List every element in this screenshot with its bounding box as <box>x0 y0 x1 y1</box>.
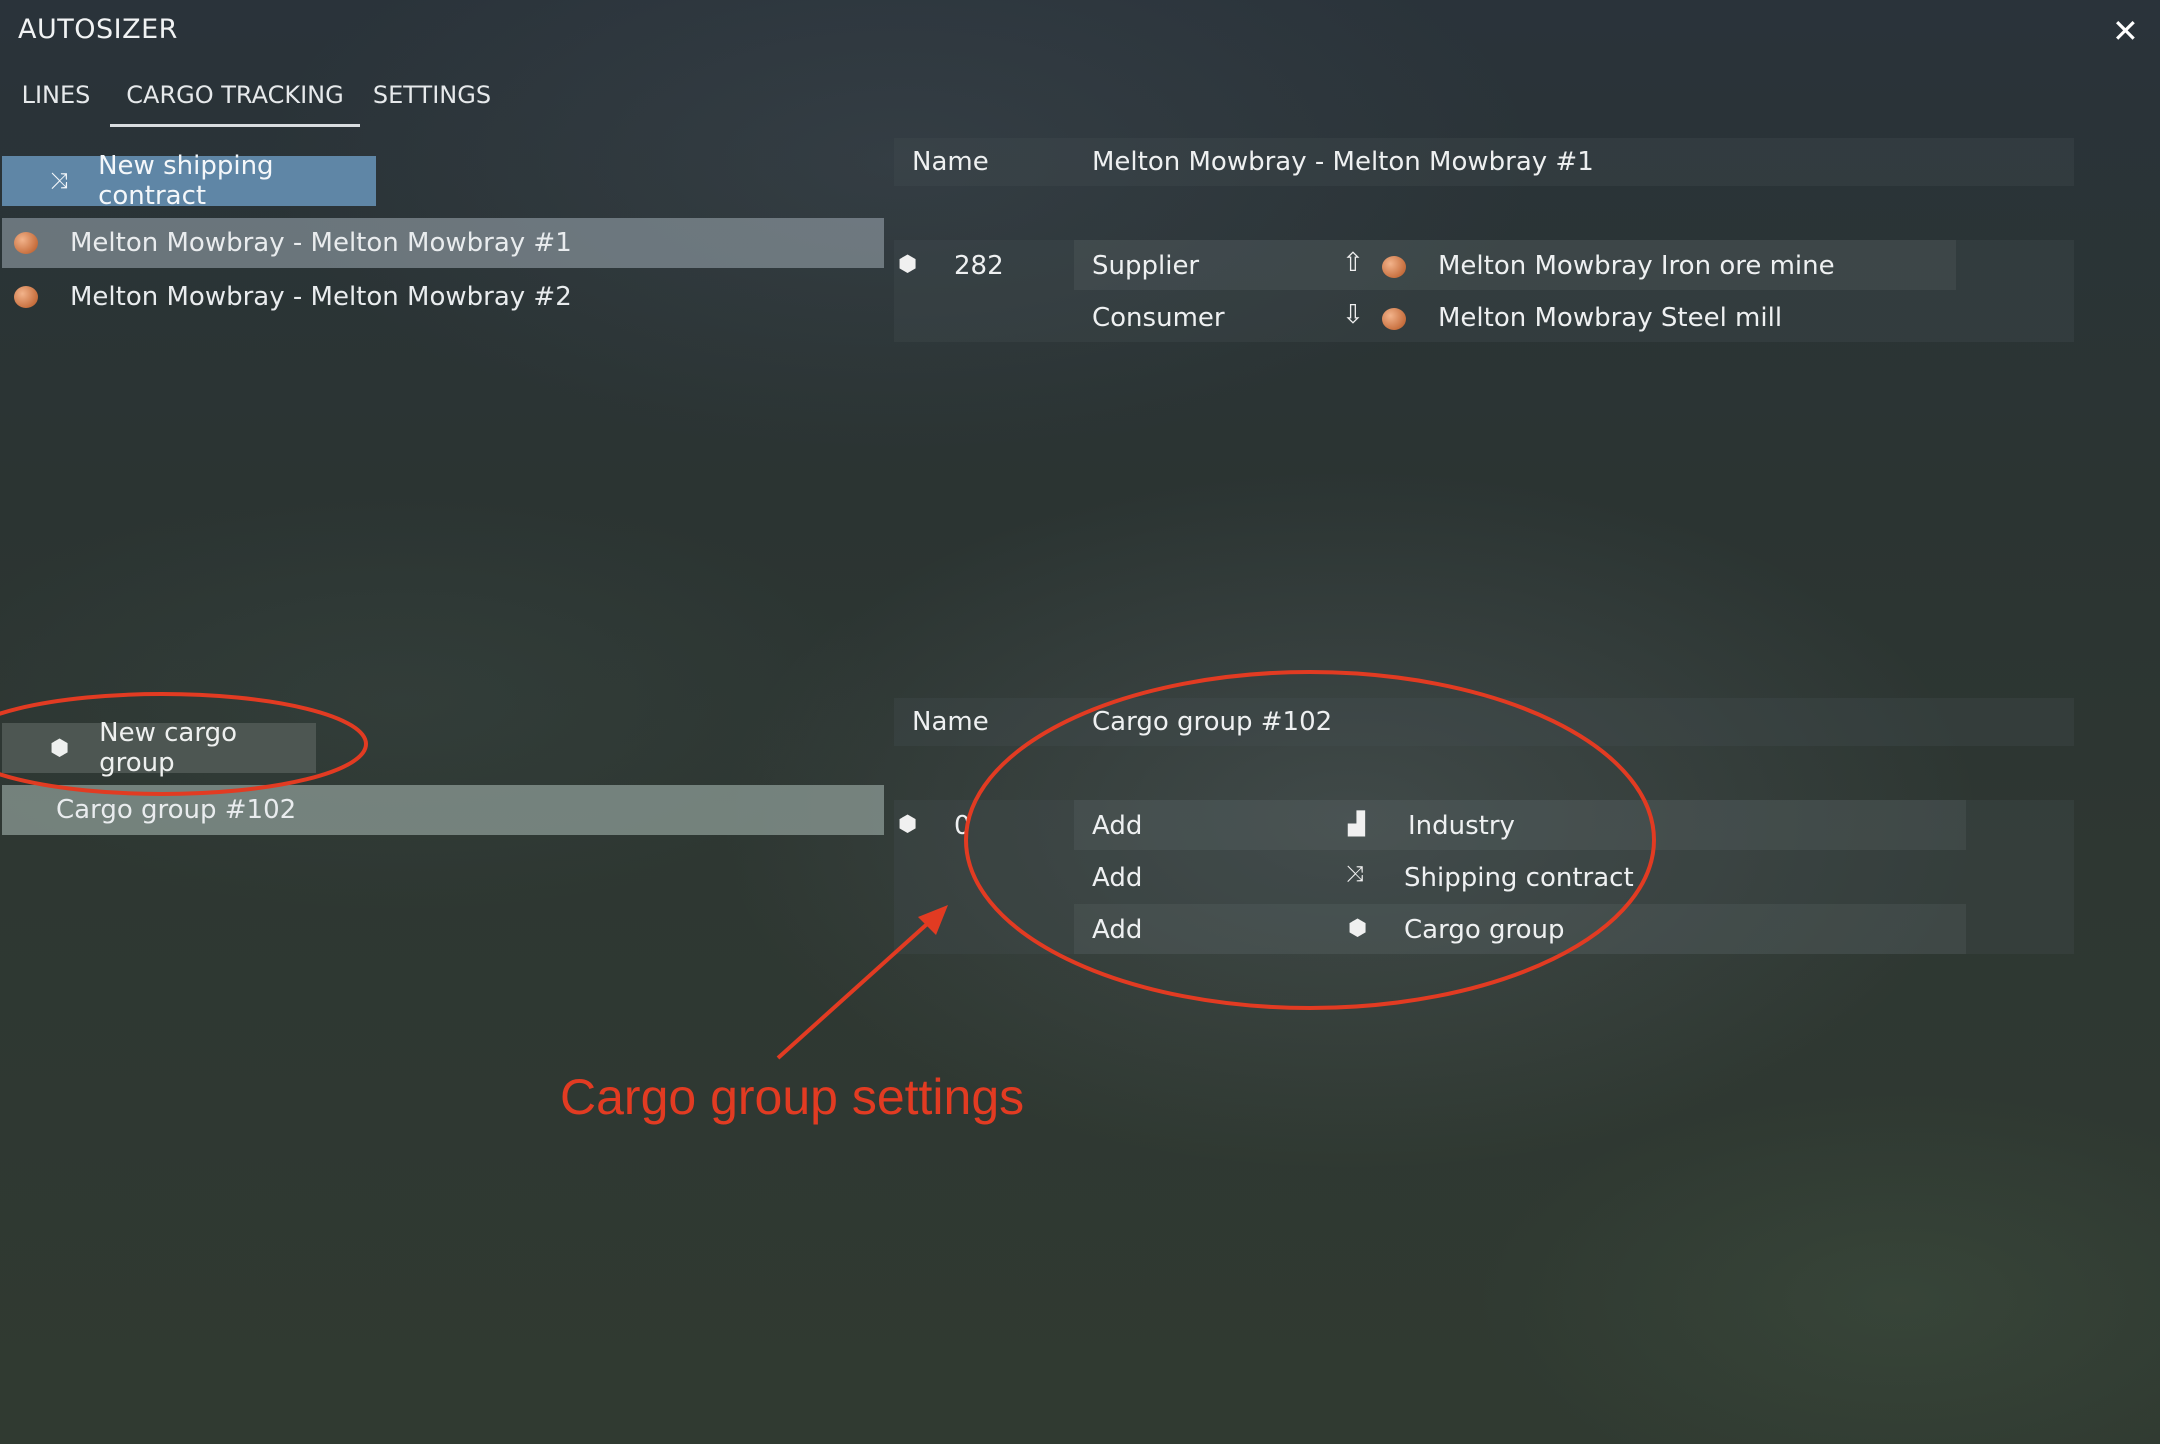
annotation-label: Cargo group settings <box>560 1069 1025 1125</box>
annotation-ellipse-new-group <box>0 692 368 796</box>
annotation-overlay <box>0 670 1656 1060</box>
annotation-ellipse-settings <box>964 670 1656 1010</box>
annotation-arrow-line <box>776 914 938 1060</box>
